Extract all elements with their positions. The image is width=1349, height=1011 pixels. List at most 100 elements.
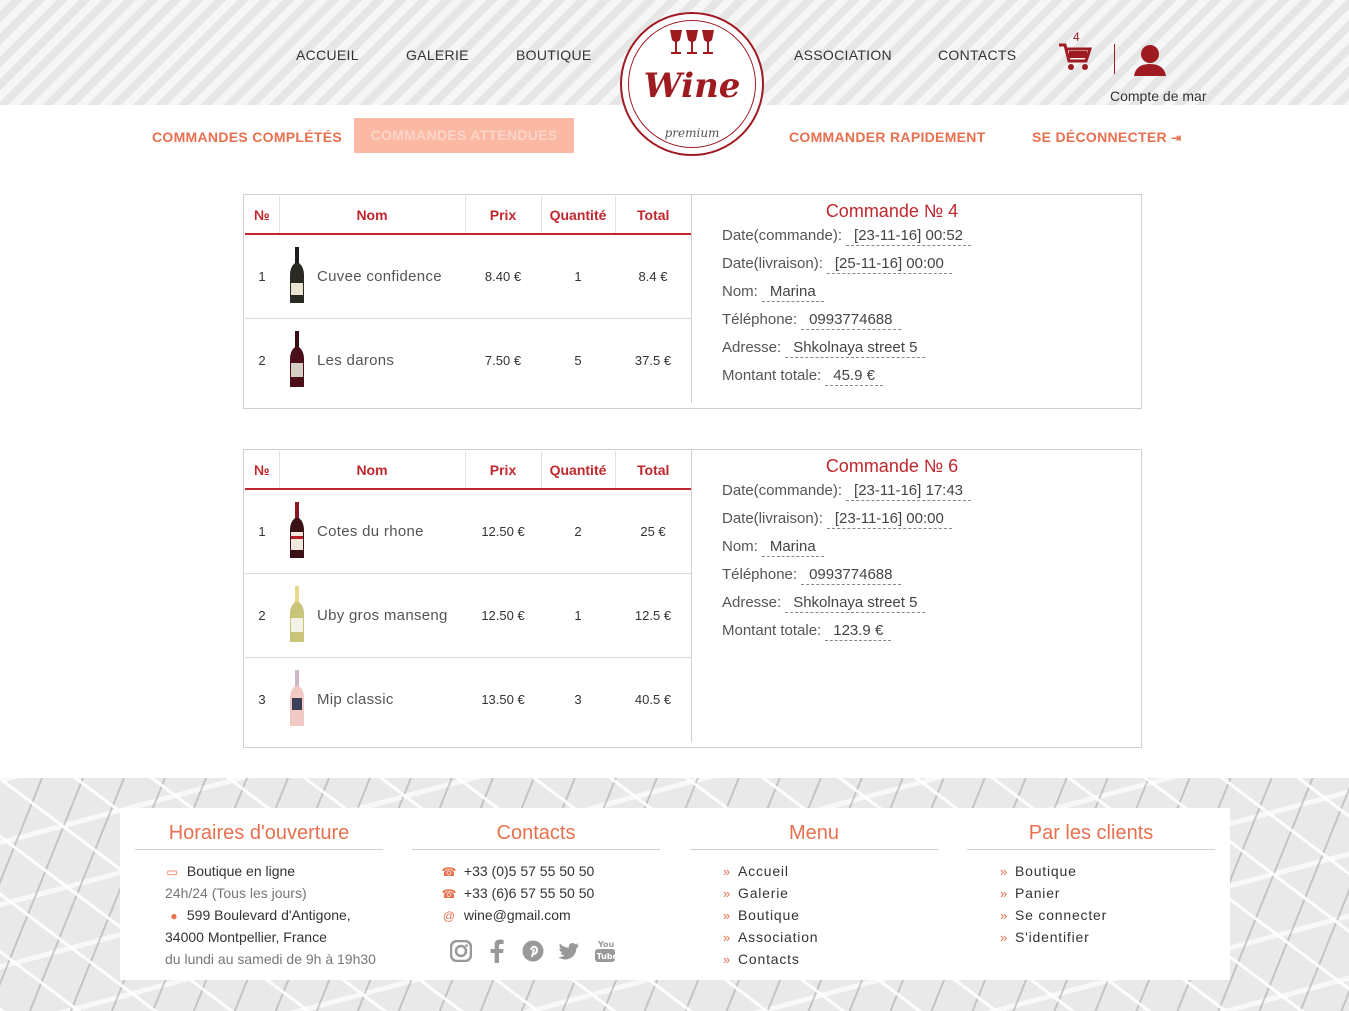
- logout-link[interactable]: SE DÉCONNECTER ⇥: [1032, 129, 1181, 145]
- item-total: 8.4 €: [615, 234, 691, 319]
- footer-menu-accueil[interactable]: » Accueil: [716, 860, 938, 882]
- chevron-double-right-icon: »: [722, 864, 732, 879]
- chevron-double-right-icon: »: [722, 930, 732, 945]
- order-info: Commande № 6 Date(commande): [23-11-16] 1…: [722, 456, 1122, 645]
- nav-association[interactable]: ASSOCIATION: [794, 47, 892, 63]
- info-value: Marina: [761, 538, 824, 557]
- info-label: Date(livraison):: [722, 510, 823, 527]
- info-value: Shkolnaya street 5: [785, 594, 926, 613]
- facebook-icon[interactable]: [486, 938, 508, 964]
- logo-subtitle: premium: [664, 126, 720, 140]
- table-header-row: № Nom Prix Quantité Total: [245, 196, 691, 235]
- wine-bottle-image[interactable]: [289, 670, 305, 728]
- footer-link-label: Galerie: [738, 885, 789, 901]
- phone-icon: ☎: [441, 865, 457, 879]
- info-date-commande: Date(commande): [23-11-16] 17:43: [722, 477, 1122, 505]
- item-num: 3: [258, 691, 266, 707]
- item-name[interactable]: Cuvee confidence: [317, 268, 442, 285]
- footer-address1: 599 Boulevard d'Antigone,: [186, 907, 351, 923]
- footer-address-line: ● 599 Boulevard d'Antigone,: [165, 904, 383, 926]
- order-items-table: № Nom Prix Quantité Total 1 Cuvee confid…: [245, 196, 691, 402]
- item-total: 40.5 €: [634, 691, 672, 707]
- table-row: 1 Cotes du rhone 12.50 € 2 25 €: [245, 489, 691, 574]
- footer-clients-boutique[interactable]: » Boutique: [993, 860, 1215, 882]
- user-icon[interactable]: [1133, 44, 1167, 76]
- wine-bottle-image[interactable]: [289, 247, 305, 305]
- info-value: [23-11-16] 17:43: [846, 482, 972, 501]
- item-name[interactable]: Uby gros manseng: [317, 607, 448, 624]
- info-label: Montant totale:: [722, 622, 822, 639]
- chevron-double-right-icon: »: [722, 908, 732, 923]
- item-name[interactable]: Cotes du rhone: [317, 523, 424, 540]
- twitter-icon[interactable]: [558, 938, 580, 964]
- footer-clients-panier[interactable]: » Panier: [993, 882, 1215, 904]
- info-telephone: Téléphone: 0993774688: [722, 306, 1122, 334]
- info-label: Date(commande):: [722, 227, 843, 244]
- nav-galerie[interactable]: GALERIE: [406, 47, 469, 63]
- monitor-icon: ▭: [166, 865, 178, 879]
- footer-phone2: +33 (6)6 57 55 50 50: [463, 885, 595, 901]
- footer-menu-association[interactable]: » Association: [716, 926, 938, 948]
- info-date-commande: Date(commande): [23-11-16] 00:52: [722, 222, 1122, 250]
- info-value: 0993774688: [801, 566, 901, 585]
- item-name-cell: Cotes du rhone: [279, 489, 465, 574]
- info-adresse: Adresse: Shkolnaya street 5: [722, 334, 1122, 362]
- at-icon: @: [442, 909, 456, 923]
- cart-icon[interactable]: [1058, 42, 1092, 72]
- logo-word: Wine: [643, 66, 741, 106]
- footer-phone1-line[interactable]: ☎ +33 (0)5 57 55 50 50: [438, 860, 660, 882]
- item-qty: 5: [574, 352, 582, 368]
- footer-contacts-column: Contacts ☎ +33 (0)5 57 55 50 50 ☎ +33 (6…: [412, 822, 660, 926]
- footer-clients-s-identifier[interactable]: » S'identifier: [993, 926, 1215, 948]
- item-qty: 2: [541, 489, 615, 574]
- svg-text:You: You: [597, 940, 615, 949]
- footer-link-label: Association: [738, 929, 819, 945]
- item-name[interactable]: Les darons: [317, 352, 394, 369]
- nav-accueil[interactable]: ACCUEIL: [296, 47, 359, 63]
- wine-bottle-image[interactable]: [289, 502, 305, 560]
- footer-clients-title: Par les clients: [967, 822, 1215, 850]
- footer-email-line[interactable]: @ wine@gmail.com: [438, 904, 660, 926]
- youtube-icon[interactable]: You Tube: [594, 938, 616, 964]
- item-total: 37.5 €: [634, 352, 672, 368]
- wine-logo[interactable]: Wine premium: [620, 12, 764, 156]
- wine-bottle-image[interactable]: [289, 586, 305, 644]
- item-name[interactable]: Mip classic: [317, 691, 394, 708]
- phone-icon: ☎: [441, 887, 457, 901]
- info-value: 0993774688: [801, 311, 901, 330]
- item-qty: 1: [541, 573, 615, 658]
- footer-menu-galerie[interactable]: » Galerie: [716, 882, 938, 904]
- table-row: 2 Uby gros manseng 12.50 € 1 12.5 €: [245, 573, 691, 658]
- footer-hours-title: Horaires d'ouverture: [135, 822, 383, 850]
- pinterest-icon[interactable]: [522, 938, 544, 964]
- item-price: 13.50 €: [481, 691, 525, 707]
- footer-link-label: Accueil: [738, 863, 789, 879]
- tab-completed-orders[interactable]: COMMANDES COMPLÉTÉS: [152, 129, 342, 145]
- footer-phone2-line[interactable]: ☎ +33 (6)6 57 55 50 50: [438, 882, 660, 904]
- info-nom: Nom: Marina: [722, 278, 1122, 306]
- footer-menu-column: Menu » Accueil » Galerie » Boutique » Associ…: [690, 822, 938, 970]
- wine-bottle-image[interactable]: [289, 331, 305, 389]
- account-label[interactable]: Compte de mar: [1110, 88, 1206, 104]
- footer-menu-boutique[interactable]: » Boutique: [716, 904, 938, 926]
- footer-phone1: +33 (0)5 57 55 50 50: [463, 863, 595, 879]
- item-qty: 3: [574, 691, 582, 707]
- chevron-double-right-icon: »: [999, 864, 1009, 879]
- info-date-livraison: Date(livraison): [25-11-16] 00:00: [722, 250, 1122, 278]
- item-total: 25 €: [615, 489, 691, 574]
- info-label: Adresse:: [722, 339, 782, 356]
- item-num: 1: [245, 234, 279, 319]
- footer-clients-se-connecter[interactable]: » Se connecter: [993, 904, 1215, 926]
- col-header-prix: Prix: [465, 451, 542, 490]
- nav-boutique[interactable]: BOUTIQUE: [516, 47, 592, 63]
- nav-contacts[interactable]: CONTACTS: [938, 47, 1016, 63]
- footer-menu-contacts[interactable]: » Contacts: [716, 948, 938, 970]
- quick-order-link[interactable]: COMMANDER RAPIDEMENT: [789, 129, 986, 145]
- info-value: [23-11-16] 00:00: [826, 510, 952, 529]
- instagram-icon[interactable]: [450, 938, 472, 964]
- item-price: 12.50 €: [465, 573, 541, 658]
- sign-out-icon: ⇥: [1171, 131, 1182, 145]
- map-pin-icon: ●: [170, 909, 178, 923]
- tab-pending-orders[interactable]: COMMANDES ATTENDUES: [354, 118, 574, 153]
- info-label: Nom:: [722, 538, 758, 555]
